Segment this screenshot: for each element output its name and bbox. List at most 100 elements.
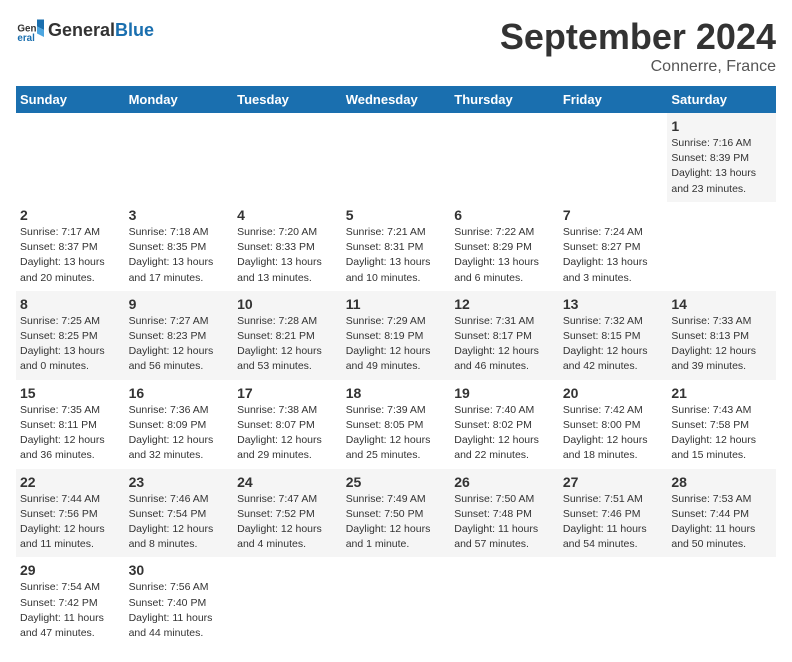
day-detail: Sunrise: 7:36 AMSunset: 8:09 PMDaylight:… bbox=[129, 404, 214, 462]
day-number: 3 bbox=[129, 207, 230, 223]
weekday-header: Sunday bbox=[16, 86, 125, 113]
weekday-header: Tuesday bbox=[233, 86, 342, 113]
day-number: 27 bbox=[563, 474, 664, 490]
calendar-week-row: 15 Sunrise: 7:35 AMSunset: 8:11 PMDaylig… bbox=[16, 380, 776, 469]
day-number: 2 bbox=[20, 207, 121, 223]
day-number: 15 bbox=[20, 385, 121, 401]
calendar-cell: 4 Sunrise: 7:20 AMSunset: 8:33 PMDayligh… bbox=[233, 202, 342, 291]
calendar-cell: 26 Sunrise: 7:50 AMSunset: 7:48 PMDaylig… bbox=[450, 469, 559, 558]
calendar-cell: 18 Sunrise: 7:39 AMSunset: 8:05 PMDaylig… bbox=[342, 380, 451, 469]
day-detail: Sunrise: 7:40 AMSunset: 8:02 PMDaylight:… bbox=[454, 404, 539, 462]
calendar-cell: 7 Sunrise: 7:24 AMSunset: 8:27 PMDayligh… bbox=[559, 202, 668, 291]
day-number: 18 bbox=[346, 385, 447, 401]
calendar-cell: 23 Sunrise: 7:46 AMSunset: 7:54 PMDaylig… bbox=[125, 469, 234, 558]
calendar-cell: 12 Sunrise: 7:31 AMSunset: 8:17 PMDaylig… bbox=[450, 291, 559, 380]
calendar-cell: 15 Sunrise: 7:35 AMSunset: 8:11 PMDaylig… bbox=[16, 380, 125, 469]
day-detail: Sunrise: 7:54 AMSunset: 7:42 PMDaylight:… bbox=[20, 581, 104, 639]
calendar-cell: 21 Sunrise: 7:43 AMSunset: 7:58 PMDaylig… bbox=[667, 380, 776, 469]
day-number: 8 bbox=[20, 296, 121, 312]
calendar-cell bbox=[233, 113, 342, 202]
calendar-cell bbox=[16, 113, 125, 202]
day-detail: Sunrise: 7:35 AMSunset: 8:11 PMDaylight:… bbox=[20, 404, 105, 462]
day-detail: Sunrise: 7:16 AMSunset: 8:39 PMDaylight:… bbox=[671, 137, 756, 195]
calendar-cell: 2 Sunrise: 7:17 AMSunset: 8:37 PMDayligh… bbox=[16, 202, 125, 291]
day-number: 24 bbox=[237, 474, 338, 490]
weekday-header: Saturday bbox=[667, 86, 776, 113]
calendar-cell: 8 Sunrise: 7:25 AMSunset: 8:25 PMDayligh… bbox=[16, 291, 125, 380]
location-title: Connerre, France bbox=[500, 58, 776, 76]
day-number: 4 bbox=[237, 207, 338, 223]
weekday-header: Thursday bbox=[450, 86, 559, 113]
calendar-cell: 28 Sunrise: 7:53 AMSunset: 7:44 PMDaylig… bbox=[667, 469, 776, 558]
calendar-cell: 13 Sunrise: 7:32 AMSunset: 8:15 PMDaylig… bbox=[559, 291, 668, 380]
calendar-week-row: 8 Sunrise: 7:25 AMSunset: 8:25 PMDayligh… bbox=[16, 291, 776, 380]
day-detail: Sunrise: 7:29 AMSunset: 8:19 PMDaylight:… bbox=[346, 315, 431, 373]
day-detail: Sunrise: 7:39 AMSunset: 8:05 PMDaylight:… bbox=[346, 404, 431, 462]
day-number: 13 bbox=[563, 296, 664, 312]
calendar-cell: 14 Sunrise: 7:33 AMSunset: 8:13 PMDaylig… bbox=[667, 291, 776, 380]
calendar-cell: 10 Sunrise: 7:28 AMSunset: 8:21 PMDaylig… bbox=[233, 291, 342, 380]
day-detail: Sunrise: 7:24 AMSunset: 8:27 PMDaylight:… bbox=[563, 226, 648, 284]
day-detail: Sunrise: 7:20 AMSunset: 8:33 PMDaylight:… bbox=[237, 226, 322, 284]
day-detail: Sunrise: 7:25 AMSunset: 8:25 PMDaylight:… bbox=[20, 315, 105, 373]
calendar-cell bbox=[450, 557, 559, 646]
calendar-table: SundayMondayTuesdayWednesdayThursdayFrid… bbox=[16, 86, 776, 646]
day-detail: Sunrise: 7:42 AMSunset: 8:00 PMDaylight:… bbox=[563, 404, 648, 462]
day-detail: Sunrise: 7:21 AMSunset: 8:31 PMDaylight:… bbox=[346, 226, 431, 284]
calendar-cell bbox=[233, 557, 342, 646]
day-detail: Sunrise: 7:38 AMSunset: 8:07 PMDaylight:… bbox=[237, 404, 322, 462]
calendar-week-row: 22 Sunrise: 7:44 AMSunset: 7:56 PMDaylig… bbox=[16, 469, 776, 558]
day-number: 9 bbox=[129, 296, 230, 312]
calendar-cell: 24 Sunrise: 7:47 AMSunset: 7:52 PMDaylig… bbox=[233, 469, 342, 558]
logo-icon: Gen eral bbox=[16, 16, 44, 44]
day-number: 1 bbox=[671, 118, 772, 134]
day-detail: Sunrise: 7:27 AMSunset: 8:23 PMDaylight:… bbox=[129, 315, 214, 373]
calendar-cell bbox=[450, 113, 559, 202]
day-detail: Sunrise: 7:50 AMSunset: 7:48 PMDaylight:… bbox=[454, 493, 538, 551]
calendar-cell: 1 Sunrise: 7:16 AMSunset: 8:39 PMDayligh… bbox=[667, 113, 776, 202]
day-number: 11 bbox=[346, 296, 447, 312]
day-number: 22 bbox=[20, 474, 121, 490]
calendar-cell: 5 Sunrise: 7:21 AMSunset: 8:31 PMDayligh… bbox=[342, 202, 451, 291]
day-number: 23 bbox=[129, 474, 230, 490]
day-number: 21 bbox=[671, 385, 772, 401]
day-number: 30 bbox=[129, 562, 230, 578]
day-detail: Sunrise: 7:43 AMSunset: 7:58 PMDaylight:… bbox=[671, 404, 756, 462]
day-number: 5 bbox=[346, 207, 447, 223]
calendar-cell bbox=[342, 113, 451, 202]
page-header: Gen eral GeneralBlue September 2024 Conn… bbox=[16, 16, 776, 76]
day-detail: Sunrise: 7:17 AMSunset: 8:37 PMDaylight:… bbox=[20, 226, 105, 284]
day-detail: Sunrise: 7:49 AMSunset: 7:50 PMDaylight:… bbox=[346, 493, 431, 551]
calendar-cell: 16 Sunrise: 7:36 AMSunset: 8:09 PMDaylig… bbox=[125, 380, 234, 469]
calendar-cell: 11 Sunrise: 7:29 AMSunset: 8:19 PMDaylig… bbox=[342, 291, 451, 380]
day-detail: Sunrise: 7:51 AMSunset: 7:46 PMDaylight:… bbox=[563, 493, 647, 551]
day-number: 20 bbox=[563, 385, 664, 401]
calendar-cell: 25 Sunrise: 7:49 AMSunset: 7:50 PMDaylig… bbox=[342, 469, 451, 558]
month-title: September 2024 bbox=[500, 16, 776, 58]
weekday-header: Friday bbox=[559, 86, 668, 113]
svg-text:eral: eral bbox=[17, 33, 35, 44]
logo: Gen eral GeneralBlue bbox=[16, 16, 154, 44]
logo-general: General bbox=[48, 20, 115, 40]
day-number: 7 bbox=[563, 207, 664, 223]
day-detail: Sunrise: 7:31 AMSunset: 8:17 PMDaylight:… bbox=[454, 315, 539, 373]
day-number: 10 bbox=[237, 296, 338, 312]
calendar-cell bbox=[125, 113, 234, 202]
calendar-cell: 6 Sunrise: 7:22 AMSunset: 8:29 PMDayligh… bbox=[450, 202, 559, 291]
day-number: 16 bbox=[129, 385, 230, 401]
day-detail: Sunrise: 7:18 AMSunset: 8:35 PMDaylight:… bbox=[129, 226, 214, 284]
day-number: 28 bbox=[671, 474, 772, 490]
calendar-week-row: 2 Sunrise: 7:17 AMSunset: 8:37 PMDayligh… bbox=[16, 202, 776, 291]
weekday-header: Wednesday bbox=[342, 86, 451, 113]
calendar-body: 1 Sunrise: 7:16 AMSunset: 8:39 PMDayligh… bbox=[16, 113, 776, 646]
calendar-header: SundayMondayTuesdayWednesdayThursdayFrid… bbox=[16, 86, 776, 113]
calendar-cell: 9 Sunrise: 7:27 AMSunset: 8:23 PMDayligh… bbox=[125, 291, 234, 380]
calendar-cell bbox=[667, 557, 776, 646]
day-detail: Sunrise: 7:33 AMSunset: 8:13 PMDaylight:… bbox=[671, 315, 756, 373]
day-detail: Sunrise: 7:53 AMSunset: 7:44 PMDaylight:… bbox=[671, 493, 755, 551]
calendar-cell bbox=[342, 557, 451, 646]
day-detail: Sunrise: 7:28 AMSunset: 8:21 PMDaylight:… bbox=[237, 315, 322, 373]
calendar-cell bbox=[559, 113, 668, 202]
day-detail: Sunrise: 7:44 AMSunset: 7:56 PMDaylight:… bbox=[20, 493, 105, 551]
calendar-cell: 30 Sunrise: 7:56 AMSunset: 7:40 PMDaylig… bbox=[125, 557, 234, 646]
